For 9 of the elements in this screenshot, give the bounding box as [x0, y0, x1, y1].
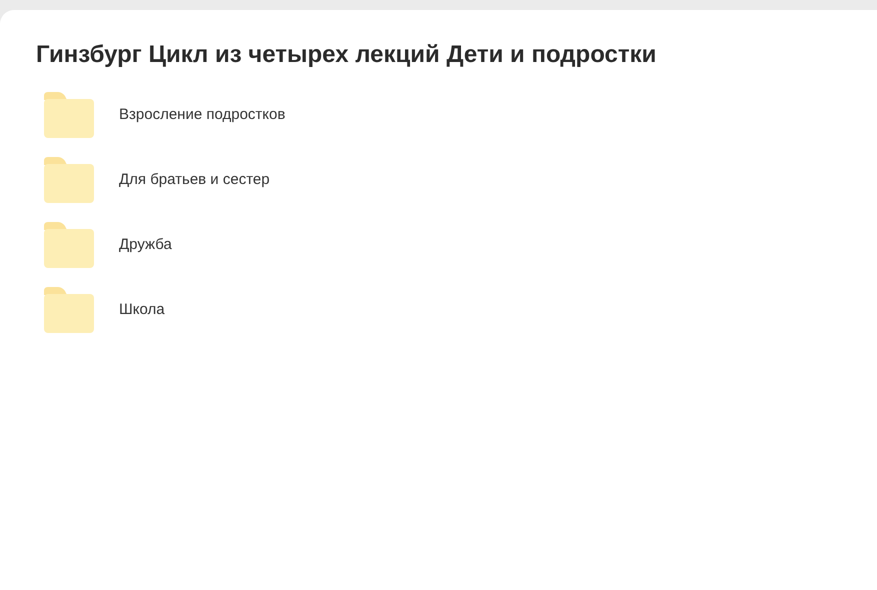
folder-item[interactable]: Школа: [44, 287, 841, 333]
folder-icon: [44, 287, 94, 333]
folder-icon: [44, 157, 94, 203]
folder-item[interactable]: Для братьев и сестер: [44, 157, 841, 203]
page-title: Гинзбург Цикл из четырех лекций Дети и подростки: [36, 40, 658, 70]
folder-item[interactable]: Взросление подростков: [44, 92, 841, 138]
folder-icon: [44, 92, 94, 138]
folder-icon: [44, 222, 94, 268]
folder-item[interactable]: Дружба: [44, 222, 841, 268]
